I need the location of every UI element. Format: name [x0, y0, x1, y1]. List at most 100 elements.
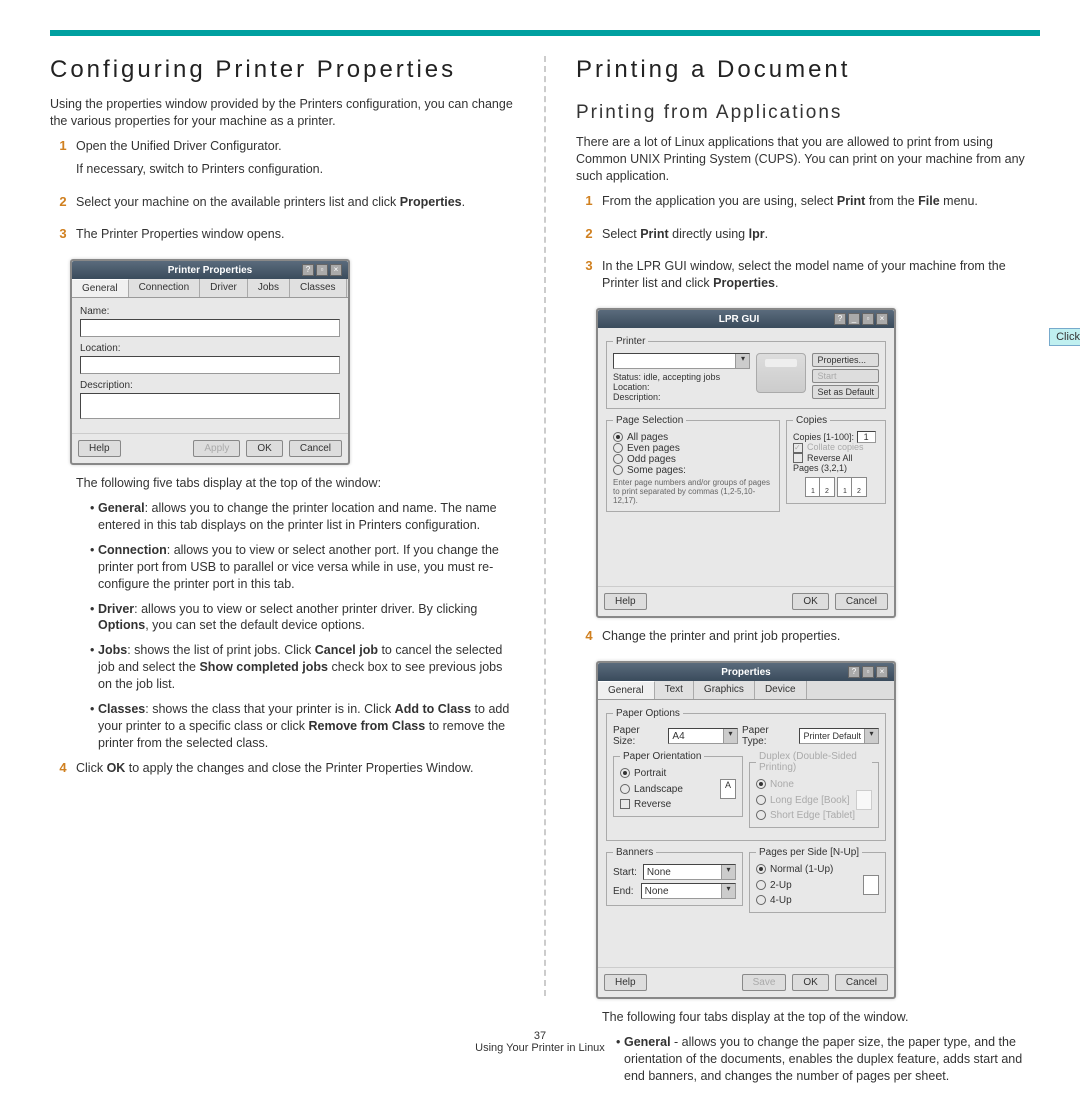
- tab-classes[interactable]: Classes: [290, 279, 347, 297]
- tab-graphics[interactable]: Graphics: [694, 681, 755, 699]
- pps-legend: Pages per Side [N-Up]: [756, 847, 862, 858]
- lbl-location: Location:: [80, 343, 340, 354]
- radio-2up[interactable]: [756, 880, 766, 890]
- tab-jobs[interactable]: Jobs: [248, 279, 290, 297]
- radio-all[interactable]: [613, 432, 623, 442]
- chevron-down-icon: ▾: [864, 729, 878, 743]
- lbl-name: Name:: [80, 306, 340, 317]
- step2c: .: [462, 195, 465, 209]
- max-icon[interactable]: ▫: [316, 264, 328, 276]
- chk-reverse[interactable]: [620, 799, 630, 809]
- bullet-classes: Classes: shows the class that your print…: [90, 701, 514, 752]
- bullet-driver: Driver: allows you to view or select ano…: [90, 601, 514, 635]
- radio-landscape[interactable]: [620, 784, 630, 794]
- close-icon[interactable]: ×: [330, 264, 342, 276]
- printer-select[interactable]: ▾: [613, 353, 750, 369]
- left-h1: Configuring Printer Properties: [50, 56, 514, 84]
- sel-start[interactable]: None▾: [643, 864, 736, 880]
- radio-dlong[interactable]: [756, 795, 766, 805]
- start-button[interactable]: Start: [812, 369, 879, 383]
- pagesel-legend: Page Selection: [613, 415, 686, 426]
- cancel-button[interactable]: Cancel: [835, 593, 888, 610]
- radio-even[interactable]: [613, 443, 623, 453]
- cancel-button[interactable]: Cancel: [835, 974, 888, 991]
- tab-text[interactable]: Text: [655, 681, 694, 699]
- help-button[interactable]: Help: [604, 974, 647, 991]
- tab-general[interactable]: General: [72, 279, 129, 297]
- radio-portrait[interactable]: [620, 768, 630, 778]
- step-num-2: 2: [50, 194, 76, 217]
- callout-click: Click.: [1049, 328, 1080, 346]
- chevron-down-icon: ▾: [723, 729, 737, 743]
- step2b: Properties: [400, 195, 462, 209]
- description-text: Description:: [613, 392, 750, 402]
- paperopt-legend: Paper Options: [613, 708, 683, 719]
- help-button[interactable]: Help: [78, 440, 121, 457]
- tab-driver[interactable]: Driver: [200, 279, 248, 297]
- tabs-intro: The following five tabs display at the t…: [76, 475, 514, 492]
- cancel-button[interactable]: Cancel: [289, 440, 342, 457]
- close-icon[interactable]: ×: [876, 313, 888, 325]
- lbl-papertype: Paper Type:: [742, 725, 795, 747]
- max-icon[interactable]: ▫: [862, 313, 874, 325]
- radio-1up[interactable]: [756, 864, 766, 874]
- set-default-button[interactable]: Set as Default: [812, 385, 879, 399]
- right-h1: Printing a Document: [576, 56, 1040, 84]
- page-footer: 37 Using Your Printer in Linux: [0, 1030, 1080, 1054]
- left-intro: Using the properties window provided by …: [50, 96, 514, 130]
- radio-dshort[interactable]: [756, 810, 766, 820]
- min-icon[interactable]: _: [848, 313, 860, 325]
- help-icon[interactable]: ?: [834, 313, 846, 325]
- win1-title: Printer Properties: [118, 265, 302, 276]
- ok-button[interactable]: OK: [792, 593, 828, 610]
- tab-general[interactable]: General: [598, 681, 655, 699]
- ok-button[interactable]: OK: [792, 974, 828, 991]
- win2-titlebar: LPR GUI ?_▫×: [598, 310, 894, 328]
- max-icon[interactable]: ▫: [862, 666, 874, 678]
- tab-device[interactable]: Device: [755, 681, 807, 699]
- close-icon[interactable]: ×: [876, 666, 888, 678]
- chevron-down-icon: ▾: [735, 354, 749, 368]
- step4: Click OK to apply the changes and close …: [76, 760, 514, 777]
- apply-button[interactable]: Apply: [193, 440, 240, 457]
- radio-some[interactable]: [613, 465, 623, 475]
- right-h2: Printing from Applications: [576, 102, 1040, 124]
- step-num-3: 3: [50, 226, 76, 249]
- help-button[interactable]: Help: [604, 593, 647, 610]
- hint-text: Enter page numbers and/or groups of page…: [613, 478, 773, 505]
- input-description[interactable]: [80, 393, 340, 419]
- sel-papersize[interactable]: A4▾: [668, 728, 738, 744]
- screenshot-printer-properties: Printer Properties ?▫× General Connectio…: [70, 259, 514, 465]
- radio-odd[interactable]: [613, 454, 623, 464]
- rstep4: Change the printer and print job propert…: [602, 628, 1040, 645]
- duplex-legend: Duplex (Double-Sided Printing): [756, 751, 872, 773]
- save-button[interactable]: Save: [742, 974, 787, 991]
- chk-reverse[interactable]: [793, 453, 803, 463]
- location-text: Location:: [613, 382, 750, 392]
- r-tabs-intro: The following four tabs display at the t…: [602, 1009, 1040, 1026]
- properties-button[interactable]: Properties...: [812, 353, 879, 367]
- help-icon[interactable]: ?: [848, 666, 860, 678]
- page-number: 37: [0, 1030, 1080, 1042]
- chevron-down-icon: ▾: [721, 865, 735, 879]
- radio-4up[interactable]: [756, 895, 766, 905]
- radio-dnone[interactable]: [756, 779, 766, 789]
- step2: Select your machine on the available pri…: [76, 194, 514, 211]
- lbl-end: End:: [613, 886, 635, 897]
- help-icon[interactable]: ?: [302, 264, 314, 276]
- input-name[interactable]: [80, 319, 340, 337]
- chk-collate[interactable]: [793, 443, 803, 453]
- chevron-down-icon: ▾: [721, 884, 735, 898]
- tab-connection[interactable]: Connection: [129, 279, 201, 297]
- input-location[interactable]: [80, 356, 340, 374]
- ok-button[interactable]: OK: [246, 440, 282, 457]
- printer-legend: Printer: [613, 336, 648, 347]
- r-step-2: 2: [576, 226, 602, 249]
- bullet-jobs: Jobs: shows the list of print jobs. Clic…: [90, 642, 514, 693]
- sel-end[interactable]: None▾: [641, 883, 736, 899]
- duplex-preview-icon: [856, 790, 872, 810]
- step-num-4: 4: [50, 760, 76, 783]
- column-divider: [544, 56, 546, 996]
- sel-papertype[interactable]: Printer Default▾: [799, 728, 879, 744]
- r-step-1: 1: [576, 193, 602, 216]
